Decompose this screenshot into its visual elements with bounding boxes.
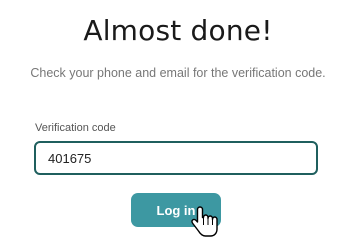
login-button[interactable]: Log in xyxy=(131,193,221,227)
verification-code-label: Verification code xyxy=(35,122,116,134)
page-title: Almost done! xyxy=(83,14,273,47)
verification-code-input[interactable] xyxy=(34,141,318,175)
verification-instructions: Check your phone and email for the verif… xyxy=(30,66,326,80)
